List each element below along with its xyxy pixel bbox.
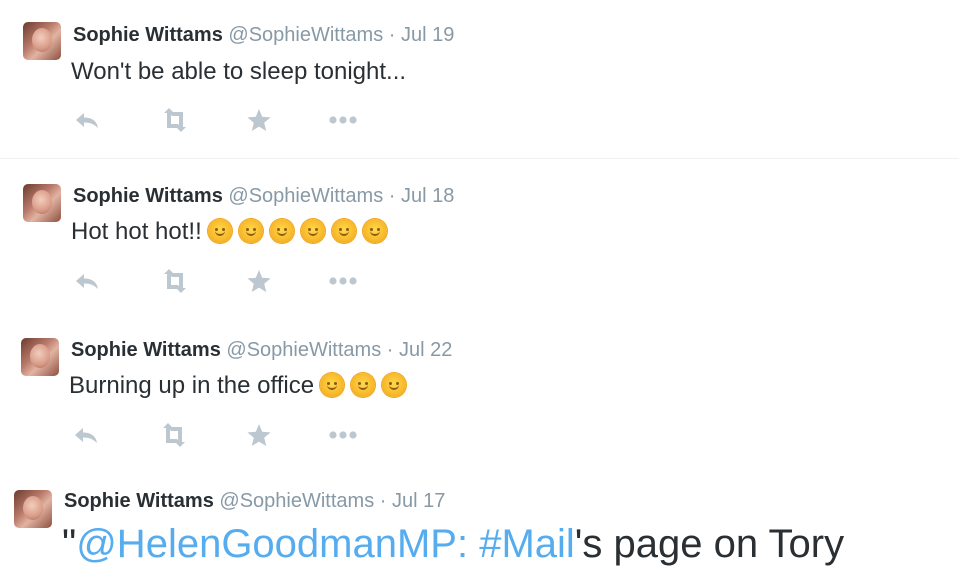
user-name[interactable]: Sophie Wittams [71, 339, 221, 361]
tweet-text-content: Hot hot hot!! [71, 218, 202, 245]
tweet-date[interactable]: Jul 17 [392, 490, 445, 512]
separator-dot: · [388, 185, 396, 207]
more-options-icon[interactable] [328, 108, 358, 132]
tweet-text-quote: " [62, 522, 77, 566]
reply-icon[interactable] [72, 269, 102, 293]
user-name[interactable]: Sophie Wittams [64, 490, 214, 512]
tweet-text: Hot hot hot!! [71, 218, 394, 250]
avatar[interactable] [23, 184, 61, 222]
more-options-icon[interactable] [328, 269, 358, 293]
user-name[interactable]: Sophie Wittams [73, 185, 223, 207]
favorite-star-icon[interactable] [246, 423, 276, 447]
reply-icon[interactable] [71, 423, 101, 447]
tweet-header: Sophie Wittams @SophieWittams · Jul 19 [73, 23, 454, 47]
tweet-text: Won't be able to sleep tonight... [71, 58, 407, 85]
more-options-icon[interactable] [328, 423, 358, 447]
tweet-header: Sophie Wittams @SophieWittams · Jul 17 [64, 489, 445, 513]
tweet-text: Burning up in the office [69, 372, 413, 404]
emoji-group [207, 219, 394, 250]
retweet-icon[interactable] [158, 108, 188, 132]
sun-with-face-icon [300, 219, 325, 243]
sun-with-face-icon [331, 219, 356, 243]
mention-hashtag-link[interactable]: @HelenGoodmanMP: #Mail [76, 522, 575, 566]
favorite-star-icon[interactable] [246, 269, 276, 293]
sun-with-face-icon [320, 373, 345, 397]
tweet-date[interactable]: Jul 18 [401, 185, 454, 207]
avatar[interactable] [21, 338, 59, 376]
tweet-header: Sophie Wittams @SophieWittams · Jul 22 [71, 338, 452, 362]
sun-with-face-icon [269, 219, 294, 243]
tweet-divider [0, 158, 959, 159]
user-name[interactable]: Sophie Wittams [73, 24, 223, 46]
sun-with-face-icon [351, 373, 376, 397]
user-handle[interactable]: @SophieWittams [228, 24, 383, 46]
tweet-header: Sophie Wittams @SophieWittams · Jul 18 [73, 184, 454, 208]
retweet-icon[interactable] [158, 269, 188, 293]
tweet-date[interactable]: Jul 19 [401, 24, 454, 46]
separator-dot: · [388, 24, 396, 46]
tweet-text-content: Burning up in the office [69, 372, 315, 399]
sun-with-face-icon [382, 373, 407, 397]
retweet-icon[interactable] [157, 423, 187, 447]
sun-with-face-icon [207, 219, 232, 243]
tweet-date[interactable]: Jul 22 [399, 339, 452, 361]
sun-with-face-icon [238, 219, 263, 243]
user-handle[interactable]: @SophieWittams [228, 185, 383, 207]
tweet-text: "@HelenGoodmanMP: #Mail's page on Tory [62, 520, 844, 568]
separator-dot: · [386, 339, 394, 361]
tweet-text-rest: 's page on Tory [574, 522, 845, 566]
sun-with-face-icon [362, 219, 387, 243]
separator-dot: · [379, 490, 387, 512]
favorite-star-icon[interactable] [246, 108, 276, 132]
user-handle[interactable]: @SophieWittams [219, 490, 374, 512]
emoji-group [320, 373, 413, 404]
user-handle[interactable]: @SophieWittams [226, 339, 381, 361]
avatar[interactable] [14, 490, 52, 528]
avatar[interactable] [23, 22, 61, 60]
reply-icon[interactable] [72, 108, 102, 132]
